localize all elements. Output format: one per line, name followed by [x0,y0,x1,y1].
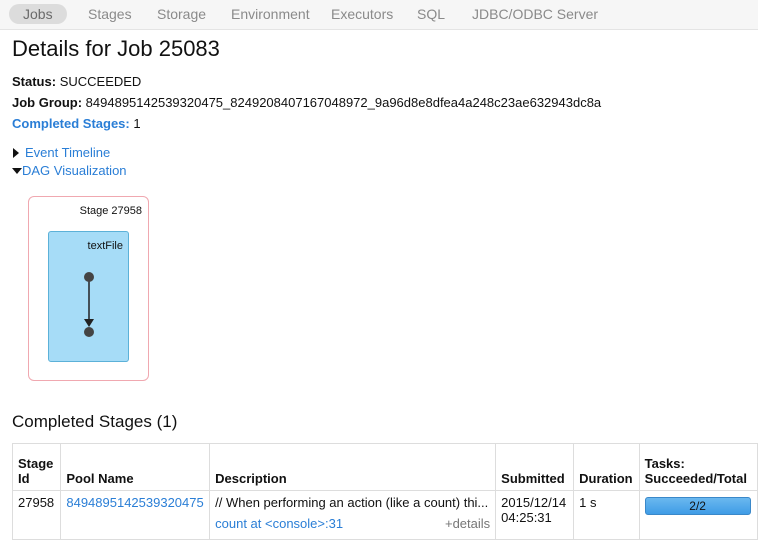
tasks-progress-label: 2/2 [689,499,706,513]
dag-edge-graph [84,272,94,337]
dag-node[interactable] [84,327,94,337]
details-toggle[interactable]: +details [445,516,490,531]
col-duration[interactable]: Duration [573,443,640,491]
expand-arrow-right-icon[interactable] [13,148,19,158]
completed-stages-row: Completed Stages: 1 [12,116,141,131]
nav-tab-storage[interactable]: Storage [143,4,220,24]
col-stage-id[interactable]: Stage Id [11,443,62,491]
description-text: // When performing an action (like a cou… [215,495,489,510]
cell-stage-id: 27958 [11,490,62,540]
dag-edge-arrowhead-icon [84,319,94,327]
description-sub: count at <console>:31 +details [215,516,490,531]
page-title: Details for Job 25083 [12,36,220,61]
dag-stage-cluster[interactable]: Stage 27958 textFile [28,196,149,381]
cell-description: // When performing an action (like a cou… [209,490,497,540]
table-row: 27958 8494895142539320475 // When perfor… [11,490,758,540]
top-navbar: Jobs Stages Storage Environment Executor… [0,0,758,30]
col-pool-name[interactable]: Pool Name [60,443,211,491]
collapse-arrow-down-icon[interactable] [12,168,22,174]
description-link[interactable]: count at <console>:31 [215,516,343,531]
col-description[interactable]: Description [209,443,497,491]
dag-visualization-toggle[interactable]: DAG Visualization [22,163,127,178]
completed-stages-count: 1 [133,116,141,131]
dag-stage-label: Stage 27958 [79,205,142,217]
nav-tab-stages[interactable]: Stages [74,4,146,24]
completed-stages-heading: Completed Stages (1) [12,412,178,431]
cell-duration: 1 s [573,490,640,540]
status-value: SUCCEEDED [59,74,142,89]
table-header-row: Stage Id Pool Name Description Submitted… [11,443,758,491]
cell-pool-name: 8494895142539320475 [60,490,211,540]
dag-node[interactable] [84,272,94,282]
status-row: Status: SUCCEEDED [12,74,141,89]
nav-tab-sql[interactable]: SQL [403,4,459,24]
job-group-label: Job Group: [12,95,83,110]
nav-tab-environment[interactable]: Environment [217,4,324,24]
tasks-progress-bar: 2/2 [644,497,751,515]
job-group-row: Job Group: 8494895142539320475_824920840… [12,95,601,110]
col-tasks[interactable]: Tasks: Succeeded/Total [638,443,758,491]
completed-stages-link[interactable]: Completed Stages: [12,116,130,131]
cell-submitted: 2015/12/14 04:25:31 [495,490,575,540]
status-label: Status: [12,74,57,89]
nav-tab-executors[interactable]: Executors [317,4,407,24]
cell-tasks: 2/2 [638,490,758,540]
event-timeline-toggle[interactable]: Event Timeline [25,145,110,160]
completed-stages-table: Stage Id Pool Name Description Submitted… [11,443,758,540]
dag-rdd-cluster[interactable]: textFile [48,231,129,362]
pool-name-link[interactable]: 8494895142539320475 [66,495,203,510]
nav-tab-jobs[interactable]: Jobs [9,4,67,24]
job-group-value: 8494895142539320475_8249208407167048972_… [85,95,602,110]
nav-tab-jdbc-odbc-server[interactable]: JDBC/ODBC Server [458,4,612,24]
col-submitted[interactable]: Submitted [495,443,575,491]
